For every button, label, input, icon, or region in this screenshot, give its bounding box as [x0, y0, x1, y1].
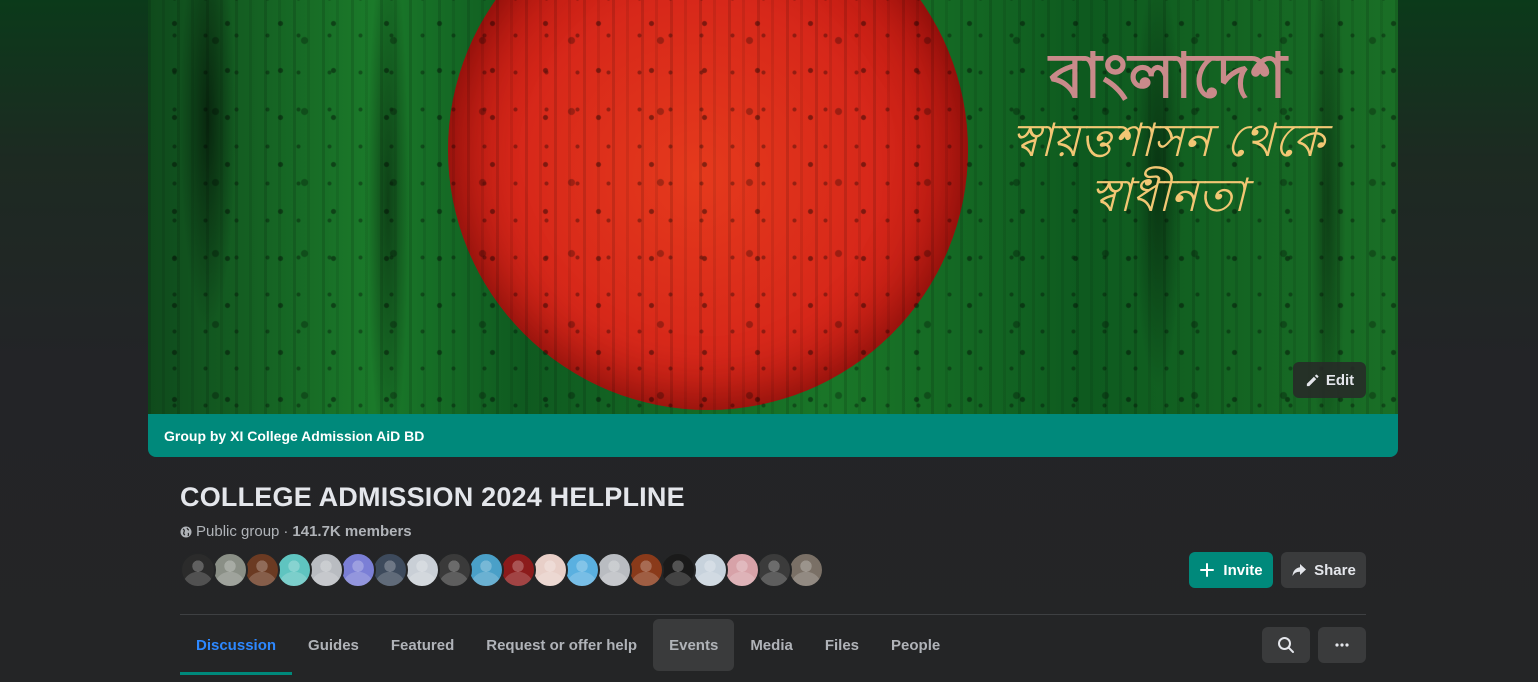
share-arrow-icon	[1292, 564, 1307, 576]
member-avatar[interactable]	[564, 552, 600, 588]
cover-text-line-1: বাংলাদেশ	[1049, 39, 1287, 112]
tab-request-or-offer-help[interactable]: Request or offer help	[470, 619, 653, 671]
meta-separator: ·	[283, 523, 289, 540]
member-avatar[interactable]	[692, 552, 728, 588]
member-avatar[interactable]	[212, 552, 248, 588]
share-label: Share	[1314, 561, 1356, 579]
member-avatar-list	[180, 552, 824, 588]
tab-events[interactable]: Events	[653, 619, 735, 671]
member-avatar[interactable]	[404, 552, 440, 588]
tab-media[interactable]: Media	[734, 619, 809, 671]
edit-cover-button[interactable]: Edit	[1293, 362, 1366, 398]
group-owner-banner[interactable]: Group by XI College Admission AiD BD	[148, 414, 1398, 457]
member-avatar[interactable]	[660, 552, 696, 588]
member-avatar[interactable]	[724, 552, 760, 588]
tab-discussion[interactable]: Discussion	[180, 619, 293, 675]
more-options-button[interactable]	[1318, 627, 1366, 663]
cover-photo[interactable]: বাংলাদেশ স্বায়ত্তশাসন থেকে স্বাধীনতা Ed…	[148, 0, 1398, 414]
group-owner-text[interactable]: Group by XI College Admission AiD BD	[164, 428, 424, 444]
invite-button[interactable]: Invite	[1189, 552, 1273, 588]
plus-icon	[1200, 563, 1215, 577]
more-icon	[1335, 643, 1349, 647]
member-avatar[interactable]	[180, 552, 216, 588]
header-divider	[180, 614, 1366, 615]
tab-featured[interactable]: Featured	[375, 619, 470, 671]
cover-text-line-3: স্বাধীনতা	[1090, 168, 1246, 223]
group-tab-bar: Discussion Guides Featured Request or of…	[180, 619, 956, 675]
cover-text-line-2: স্বায়ত্তশাসন থেকে	[1011, 113, 1325, 168]
member-avatar[interactable]	[532, 552, 568, 588]
member-avatar[interactable]	[500, 552, 536, 588]
group-title[interactable]: COLLEGE ADMISSION 2024 HELPLINE	[180, 482, 685, 513]
member-avatar[interactable]	[372, 552, 408, 588]
tab-guides[interactable]: Guides	[292, 619, 375, 671]
search-icon	[1278, 637, 1294, 653]
member-count[interactable]: 141.7K members	[292, 523, 411, 540]
pencil-icon	[1306, 374, 1319, 386]
member-avatar[interactable]	[340, 552, 376, 588]
member-avatar[interactable]	[468, 552, 504, 588]
invite-label: Invite	[1223, 561, 1263, 579]
member-avatar[interactable]	[628, 552, 664, 588]
member-avatar[interactable]	[436, 552, 472, 588]
globe-icon	[180, 526, 192, 537]
privacy-label[interactable]: Public group	[196, 523, 279, 540]
member-avatar[interactable]	[788, 552, 824, 588]
tab-people[interactable]: People	[875, 619, 956, 671]
share-button[interactable]: Share	[1281, 552, 1366, 588]
member-avatar[interactable]	[596, 552, 632, 588]
group-meta: Public group · 141.7K members	[180, 523, 412, 540]
member-avatar[interactable]	[276, 552, 312, 588]
group-search-button[interactable]	[1262, 627, 1310, 663]
tab-files[interactable]: Files	[809, 619, 875, 671]
cover-artwork-text: বাংলাদেশ স্বায়ত্তশাসন থেকে স্বাধীনতা	[968, 40, 1368, 224]
member-avatar[interactable]	[756, 552, 792, 588]
member-avatar[interactable]	[308, 552, 344, 588]
edit-cover-label: Edit	[1325, 371, 1355, 389]
member-avatar[interactable]	[244, 552, 280, 588]
